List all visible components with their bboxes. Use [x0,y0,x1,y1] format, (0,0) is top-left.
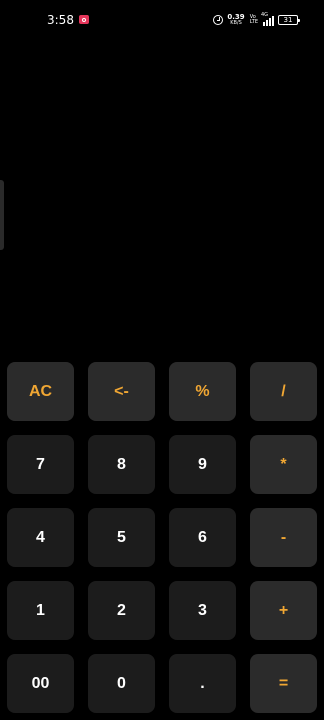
signal-icon: 4G [261,11,274,26]
multiply-button[interactable]: * [250,435,317,494]
battery-icon: 31 [278,15,300,25]
equals-button[interactable]: = [250,654,317,713]
status-icons: 0.39 KB/S Vo LTE 4G 31 [213,11,300,27]
volte-icon: Vo LTE [249,14,258,26]
decimal-point-button[interactable]: . [169,654,236,713]
calculator-display [0,40,324,360]
digit-6-button[interactable]: 6 [169,508,236,567]
clear-button[interactable]: AC [7,362,74,421]
status-bar: 3:58 0.39 KB/S Vo LTE 4G 31 [0,0,324,40]
screen-record-icon [79,15,89,24]
network-speed-unit: KB/S [230,20,242,26]
digit-3-button[interactable]: 3 [169,581,236,640]
battery-level: 31 [283,16,293,24]
status-time: 3:58 [47,13,74,27]
digit-0-button[interactable]: 0 [88,654,155,713]
subtract-button[interactable]: - [250,508,317,567]
backspace-button[interactable]: <- [88,362,155,421]
network-type-label: 4G [261,11,269,18]
digit-5-button[interactable]: 5 [88,508,155,567]
percent-button[interactable]: % [169,362,236,421]
double-zero-button[interactable]: 00 [7,654,74,713]
digit-4-button[interactable]: 4 [7,508,74,567]
digit-2-button[interactable]: 2 [88,581,155,640]
alarm-icon [213,15,224,25]
digit-1-button[interactable]: 1 [7,581,74,640]
digit-9-button[interactable]: 9 [169,435,236,494]
volte-bottom-label: LTE [249,19,258,25]
digit-8-button[interactable]: 8 [88,435,155,494]
add-button[interactable]: + [250,581,317,640]
network-speed: 0.39 KB/S [227,14,244,26]
digit-7-button[interactable]: 7 [7,435,74,494]
divide-button[interactable]: / [250,362,317,421]
